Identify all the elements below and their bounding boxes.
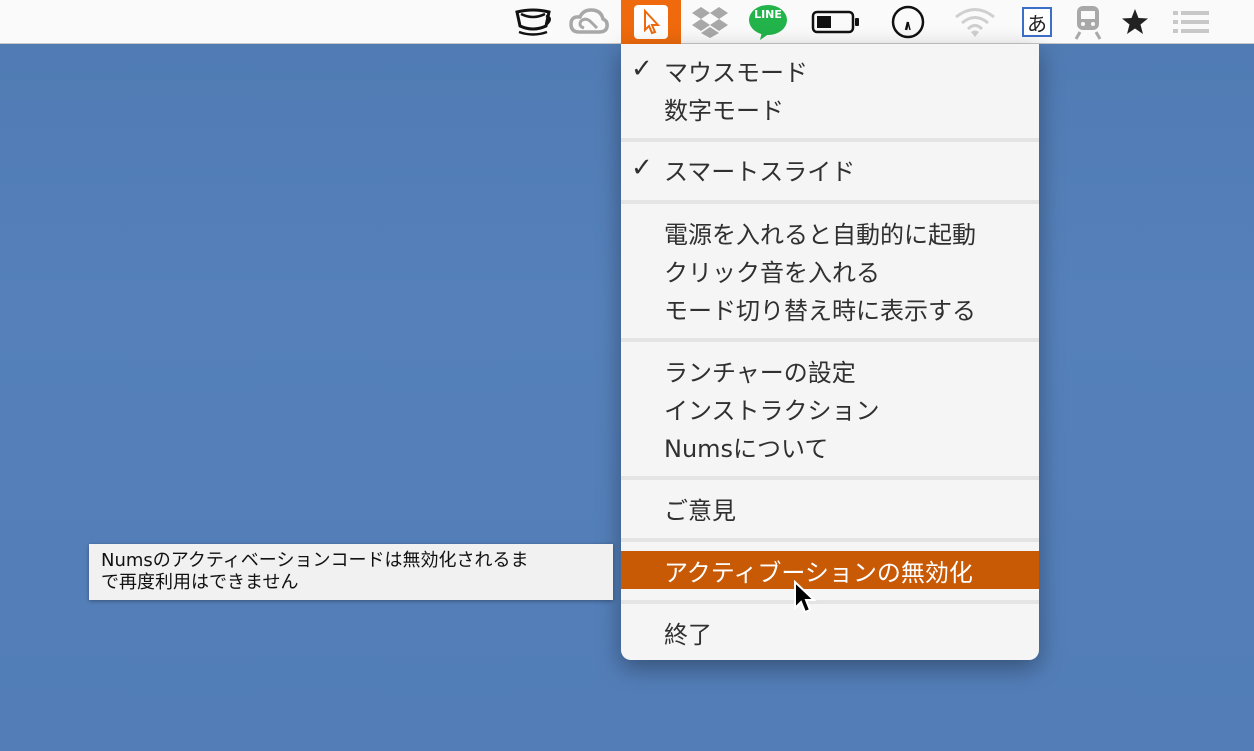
train-icon[interactable]: [1066, 0, 1110, 44]
menu-item-label: 数字モード: [664, 96, 784, 125]
menu-separator: [621, 200, 1039, 204]
checkmark-icon: ✓: [631, 153, 653, 183]
menu-item-label: インストラクション: [664, 396, 880, 425]
tooltip-line: で再度利用はできません: [101, 572, 299, 593]
menu-item-mouse-mode[interactable]: ✓ マウスモード: [621, 51, 1039, 89]
menu-item-label: モード切り替え時に表示する: [664, 296, 976, 325]
menu-separator: [621, 476, 1039, 480]
menu-item-feedback[interactable]: ご意見: [621, 489, 1039, 527]
menu-item-label: ランチャーの設定: [664, 358, 856, 387]
menu-separator: [621, 338, 1039, 342]
menu-separator: [621, 600, 1039, 604]
menu-item-instructions[interactable]: インストラクション: [621, 389, 1039, 427]
battery-icon[interactable]: [808, 0, 864, 44]
menu-item-deactivate[interactable]: アクティブーションの無効化: [621, 551, 1039, 589]
menu-item-show-on-mode-switch[interactable]: モード切り替え時に表示する: [621, 289, 1039, 327]
nums-dropdown-menu: ✓ マウスモード 数字モード ✓ スマートスライド 電源を入れると自動的に起動 …: [621, 44, 1039, 660]
menu-separator: [621, 538, 1039, 542]
menu-item-quit[interactable]: 終了: [621, 613, 1039, 651]
menu-item-launch-at-login[interactable]: 電源を入れると自動的に起動: [621, 213, 1039, 251]
line-icon-label: LINE: [754, 8, 782, 21]
menu-item-label: クリック音を入れる: [664, 258, 880, 287]
menu-item-label: 終了: [664, 620, 712, 649]
menu-item-number-mode[interactable]: 数字モード: [621, 89, 1039, 127]
menu-item-label: 電源を入れると自動的に起動: [664, 220, 976, 249]
star-icon[interactable]: [1116, 0, 1154, 44]
checkmark-icon: ✓: [631, 54, 653, 84]
menu-bar: LINE あ: [0, 0, 1254, 44]
tooltip-line: Numsのアクティベーションコードは無効化されるま: [101, 550, 529, 571]
list-icon[interactable]: [1166, 0, 1216, 44]
menu-item-click-sound[interactable]: クリック音を入れる: [621, 251, 1039, 289]
tooltip: Numsのアクティベーションコードは無効化されるま で再度利用はできません: [89, 544, 613, 600]
menu-item-about[interactable]: Numsについて: [621, 427, 1039, 465]
clock-icon[interactable]: [886, 0, 930, 44]
menu-item-label: ご意見: [664, 496, 736, 525]
input-method-icon[interactable]: あ: [1018, 0, 1056, 44]
menu-item-label: Numsについて: [664, 434, 829, 463]
menu-item-smart-slide[interactable]: ✓ スマートスライド: [621, 150, 1039, 188]
nums-cursor-icon[interactable]: [621, 0, 681, 44]
input-method-label: あ: [1022, 7, 1052, 37]
creative-cloud-icon[interactable]: [566, 0, 612, 44]
menu-item-launcher-settings[interactable]: ランチャーの設定: [621, 351, 1039, 389]
dropbox-icon[interactable]: [688, 0, 732, 44]
mouse-pointer-icon: [793, 579, 819, 620]
menu-item-label: マウスモード: [664, 58, 808, 87]
coffee-cup-icon[interactable]: [510, 0, 556, 44]
menu-separator: [621, 138, 1039, 142]
wifi-icon[interactable]: [952, 0, 998, 44]
menu-item-label: スマートスライド: [664, 157, 856, 186]
line-icon[interactable]: LINE: [745, 0, 791, 44]
